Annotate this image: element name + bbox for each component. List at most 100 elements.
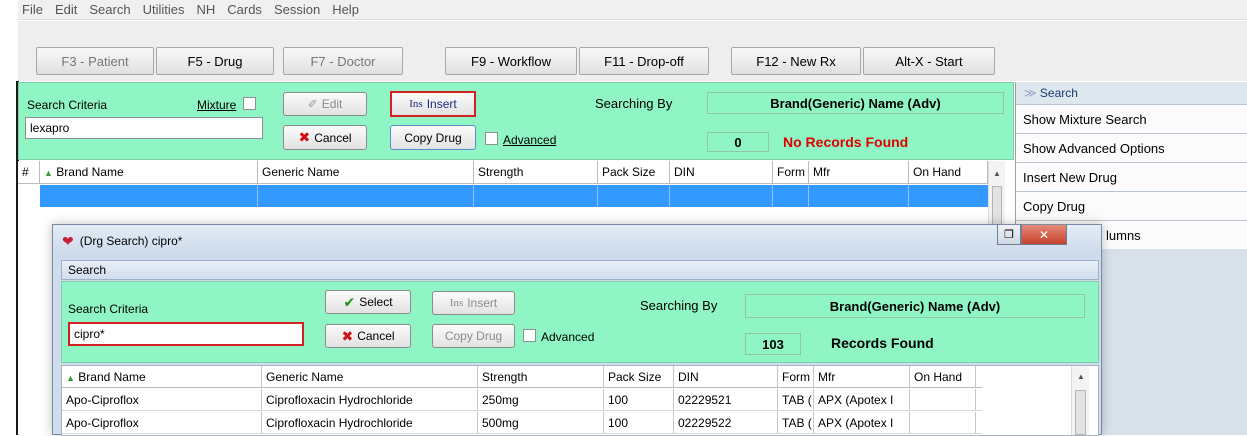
col-on-hand[interactable]: On Hand	[909, 161, 988, 183]
insert-label: Insert	[426, 97, 457, 111]
dialog-close-x-icon: ✖	[341, 327, 354, 344]
drop-off-button[interactable]: F11 - Drop-off	[579, 47, 709, 75]
grid-scrollbar[interactable]: ▲	[988, 161, 1005, 231]
dialog-advanced-checkbox[interactable]	[523, 329, 536, 342]
dialog-search-input[interactable]: cipro*	[68, 322, 304, 346]
side-panel-title: Search	[1039, 86, 1078, 100]
dialog-title-bar[interactable]: ❤ (Drg Search) cipro*	[53, 225, 1101, 257]
dcol-brand-name-label: Brand Name	[78, 370, 146, 384]
sort-up-icon: ▲	[44, 168, 53, 178]
table-row[interactable]: Apo-Ciproflox Ciprofloxacin Hydrochlorid…	[62, 389, 982, 411]
dialog-search-section: Search	[61, 260, 1099, 280]
close-icon: ✕	[1038, 227, 1050, 242]
dialog-searching-by-label: Searching By	[640, 298, 718, 313]
dialog-advanced-label: Advanced	[541, 330, 595, 344]
dialog-cancel-label: Cancel	[357, 329, 395, 343]
searching-by-label: Searching By	[595, 96, 673, 111]
dcol-form[interactable]: Form	[778, 366, 814, 387]
side-panel-header[interactable]: ≫ Search	[1016, 82, 1247, 104]
cell-din: 02229521	[674, 389, 778, 410]
drug-button[interactable]: F5 - Drug	[156, 47, 274, 75]
dcol-pack-size[interactable]: Pack Size	[604, 366, 674, 387]
drug-search-dialog: ❤ (Drg Search) cipro* ❐ ✕ Search Search …	[52, 224, 1102, 436]
select-button[interactable]: ✔ Select	[325, 290, 411, 314]
selected-row[interactable]	[40, 185, 988, 207]
advanced-label: Advanced	[503, 133, 557, 147]
show-advanced-options-link[interactable]: Show Advanced Options	[1016, 133, 1247, 162]
record-count: 0	[707, 132, 769, 152]
mixture-checkbox[interactable]	[243, 97, 256, 110]
dcol-generic-name[interactable]: Generic Name	[262, 366, 478, 387]
pencil-icon: ✐	[307, 97, 318, 111]
close-button[interactable]: ✕	[1021, 225, 1067, 245]
dcol-mfr[interactable]: Mfr	[814, 366, 910, 387]
dialog-grid-scrollbar[interactable]: ▲	[1071, 366, 1089, 435]
menu-session[interactable]: Session	[268, 2, 326, 17]
dialog-records-status: Records Found	[831, 335, 934, 351]
workflow-button[interactable]: F9 - Workflow	[445, 47, 577, 75]
edit-button[interactable]: ✐ Edit	[283, 92, 367, 116]
dcol-strength[interactable]: Strength	[478, 366, 604, 387]
show-mixture-search-link[interactable]: Show Mixture Search	[1016, 104, 1247, 133]
table-row[interactable]: Apo-Ciproflox Ciprofloxacin Hydrochlorid…	[62, 412, 982, 434]
col-brand-name[interactable]: ▲ Brand Name	[40, 161, 258, 183]
patient-button[interactable]: F3 - Patient	[36, 47, 154, 75]
col-generic-name[interactable]: Generic Name	[258, 161, 474, 183]
edit-label: Edit	[321, 97, 343, 111]
col-form[interactable]: Form	[773, 161, 809, 183]
restore-button[interactable]: ❐	[997, 225, 1021, 245]
cell-strength: 500mg	[478, 412, 604, 433]
dialog-search-criteria-label: Search Criteria	[68, 302, 149, 316]
cell-din: 02229522	[674, 412, 778, 433]
dialog-copy-drug-button[interactable]: Copy Drug	[432, 324, 515, 348]
col-strength[interactable]: Strength	[474, 161, 598, 183]
insert-key-icon: Ins	[409, 98, 423, 110]
menu-file[interactable]: File	[18, 2, 49, 17]
insert-button[interactable]: Ins Insert	[390, 91, 476, 117]
searching-by-value: Brand(Generic) Name (Adv)	[707, 92, 1004, 114]
menu-bar: File Edit Search Utilities NH Cards Sess…	[18, 0, 1247, 20]
dialog-insert-key-icon: Ins	[449, 297, 464, 309]
dialog-searching-by-value: Brand(Generic) Name (Adv)	[745, 294, 1085, 318]
menu-utilities[interactable]: Utilities	[137, 2, 191, 17]
cell-onhand	[910, 412, 976, 433]
col-mfr[interactable]: Mfr	[809, 161, 909, 183]
scroll-thumb[interactable]	[992, 186, 1002, 226]
cell-generic: Ciprofloxacin Hydrochloride	[262, 389, 478, 410]
menu-edit[interactable]: Edit	[49, 2, 83, 17]
dcol-brand-name[interactable]: ▲ Brand Name	[62, 366, 262, 387]
col-din[interactable]: DIN	[670, 161, 773, 183]
col-number[interactable]: #	[18, 161, 40, 183]
insert-new-drug-link[interactable]: Insert New Drug	[1016, 162, 1247, 191]
col-pack-size[interactable]: Pack Size	[598, 161, 670, 183]
menu-nh[interactable]: NH	[190, 2, 221, 17]
app-logo-icon: ❤	[62, 232, 74, 249]
dialog-insert-button[interactable]: Ins Insert	[432, 291, 515, 315]
dialog-scroll-thumb[interactable]	[1075, 390, 1086, 435]
dialog-scroll-up-icon: ▲	[1077, 372, 1085, 381]
advanced-checkbox[interactable]	[485, 132, 498, 145]
cell-strength: 250mg	[478, 389, 604, 410]
checkmark-icon: ✔	[343, 293, 356, 310]
doctor-button[interactable]: F7 - Doctor	[283, 47, 403, 75]
dcol-on-hand[interactable]: On Hand	[910, 366, 976, 387]
copy-drug-link[interactable]: Copy Drug	[1016, 191, 1247, 220]
copy-drug-button[interactable]: Copy Drug	[390, 125, 476, 150]
menu-cards[interactable]: Cards	[221, 2, 268, 17]
search-input[interactable]: lexapro	[25, 117, 263, 139]
mixture-label: Mixture	[197, 98, 237, 112]
dcol-din[interactable]: DIN	[674, 366, 778, 387]
cancel-button[interactable]: ✖ Cancel	[283, 125, 367, 150]
cell-generic: Ciprofloxacin Hydrochloride	[262, 412, 478, 433]
menu-help[interactable]: Help	[326, 2, 365, 17]
cancel-label: Cancel	[314, 130, 352, 145]
new-rx-button[interactable]: F12 - New Rx	[731, 47, 861, 75]
menu-search[interactable]: Search	[83, 2, 136, 17]
dialog-insert-label: Insert	[467, 296, 498, 310]
dialog-cancel-button[interactable]: ✖ Cancel	[325, 324, 411, 348]
start-button[interactable]: Alt-X - Start	[863, 47, 995, 75]
records-status: No Records Found	[783, 134, 909, 150]
grid-header: # ▲ Brand Name Generic Name Strength Pac…	[18, 161, 988, 184]
dialog-grid-header: ▲ Brand Name Generic Name Strength Pack …	[62, 366, 982, 388]
close-x-icon: ✖	[298, 129, 311, 145]
